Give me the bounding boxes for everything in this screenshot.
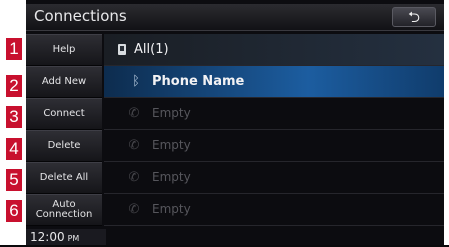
help-button-label: Help xyxy=(52,44,76,55)
add-new-button[interactable]: Add New xyxy=(26,66,102,98)
empty-slot-label: Empty xyxy=(152,106,191,120)
phone-handset-icon: ✆ xyxy=(128,202,140,217)
device-row-phone-name[interactable]: ᛒ Phone Name xyxy=(104,66,444,98)
delete-all-button[interactable]: Delete All xyxy=(26,162,102,194)
callout-badge-1: 1 xyxy=(6,38,22,60)
bluetooth-icon: ᛒ xyxy=(132,74,140,89)
page-margin-right xyxy=(444,0,449,245)
callout-badge-3: 3 xyxy=(6,106,22,128)
callout-badge-6: 6 xyxy=(6,200,22,222)
device-row-empty[interactable]: ✆ Empty xyxy=(104,130,444,162)
phone-handset-icon: ✆ xyxy=(128,106,140,121)
page-title: Connections xyxy=(34,7,127,25)
delete-all-button-label: Delete All xyxy=(39,172,89,183)
phone-icon xyxy=(114,42,130,58)
phone-handset-icon: ✆ xyxy=(128,138,140,153)
auto-connection-button-label: Auto Connection xyxy=(35,199,93,220)
callout-badge-4: 4 xyxy=(6,138,22,160)
empty-slot-label: Empty xyxy=(152,170,191,184)
all-devices-label: All(1) xyxy=(134,42,169,57)
help-button[interactable]: Help xyxy=(26,34,102,66)
device-row-empty[interactable]: ✆ Empty xyxy=(104,98,444,130)
side-menu: Help Add New Connect Delete Delete All A… xyxy=(26,34,102,228)
device-row-empty[interactable]: ✆ Empty xyxy=(104,162,444,194)
empty-slot-label: Empty xyxy=(152,138,191,152)
clock-ampm: PM xyxy=(67,234,80,243)
callout-badge-5: 5 xyxy=(6,169,22,191)
device-name: Phone Name xyxy=(152,74,245,89)
callout-badge-2: 2 xyxy=(6,75,22,97)
device-list: All(1) ᛒ Phone Name ✆ Empty ✆ Empty ✆ Em… xyxy=(104,34,444,228)
title-bar: Connections ⮌ xyxy=(26,4,444,31)
connect-button[interactable]: Connect xyxy=(26,98,102,130)
phone-handset-icon: ✆ xyxy=(128,170,140,185)
clock: 12:00 PM xyxy=(26,229,106,245)
auto-connection-button[interactable]: Auto Connection xyxy=(26,194,102,226)
empty-slot-label: Empty xyxy=(152,202,191,216)
device-row-empty[interactable]: ✆ Empty xyxy=(104,194,444,226)
connect-button-label: Connect xyxy=(43,108,85,119)
add-new-button-label: Add New xyxy=(41,76,87,87)
back-button[interactable]: ⮌ xyxy=(392,7,436,27)
back-arrow-icon: ⮌ xyxy=(407,7,420,26)
clock-time: 12:00 xyxy=(30,230,65,244)
delete-button[interactable]: Delete xyxy=(26,130,102,162)
all-devices-row[interactable]: All(1) xyxy=(104,34,444,66)
delete-button-label: Delete xyxy=(47,140,81,151)
